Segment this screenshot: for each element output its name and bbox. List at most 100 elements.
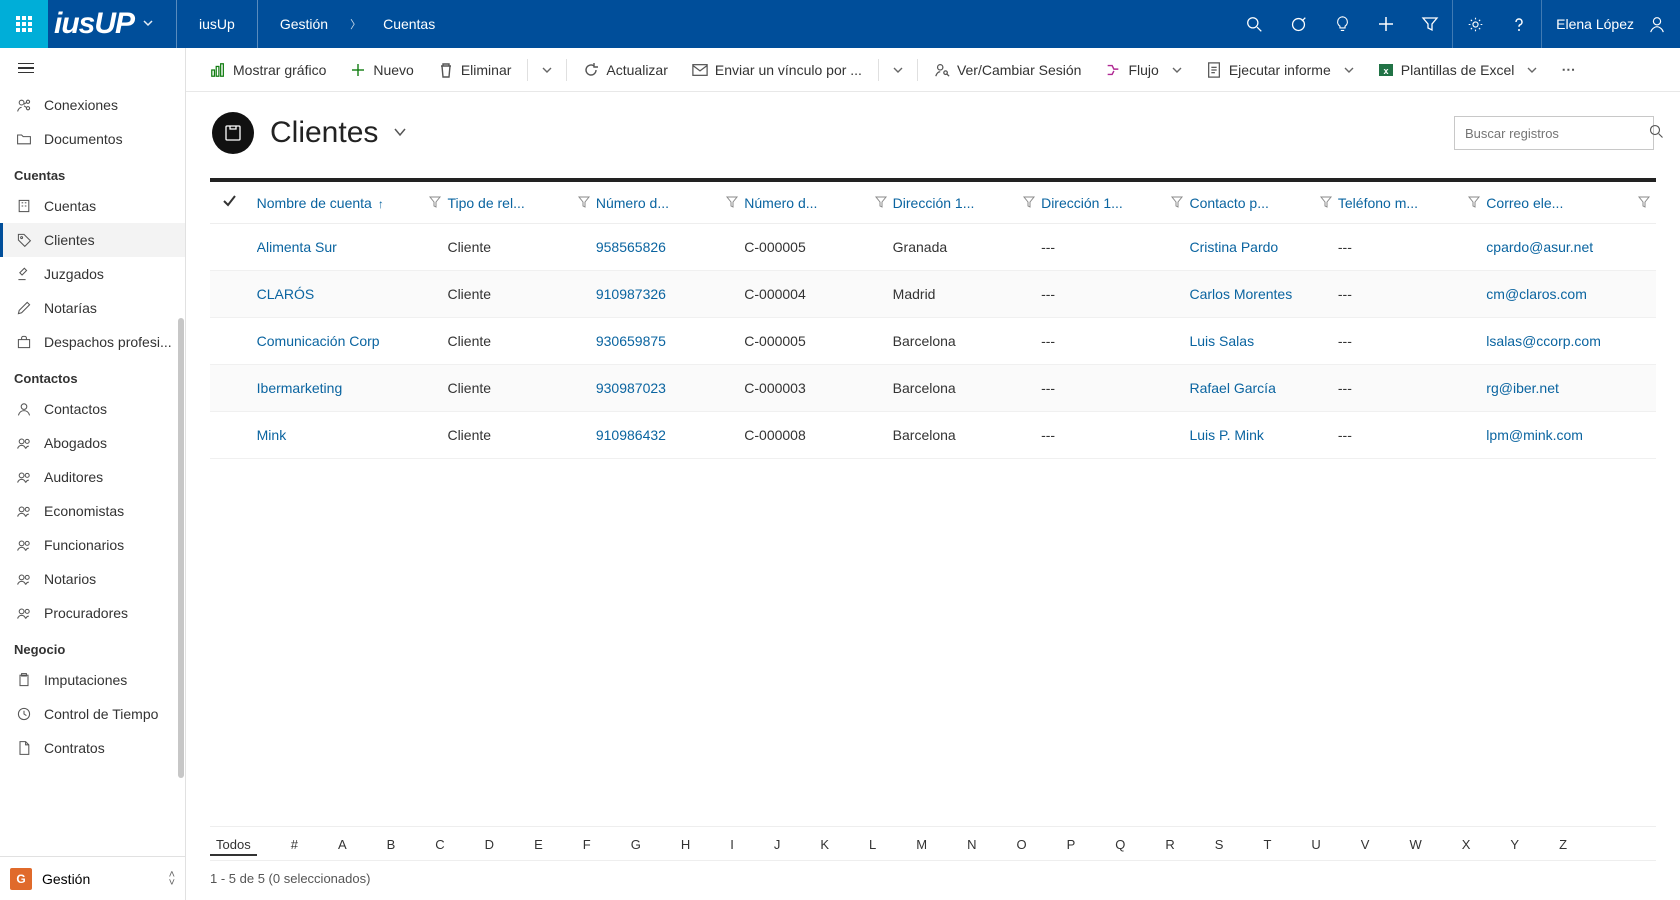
cmd-ver-cambiar-sesi-n[interactable]: Ver/Cambiar Sesión — [924, 56, 1092, 84]
alpha-letter[interactable]: P — [1061, 835, 1082, 856]
table-row[interactable]: CLARÓS Cliente 910987326 C-000004 Madrid… — [210, 271, 1656, 318]
search-input[interactable] — [1465, 126, 1641, 141]
filter-icon[interactable] — [578, 195, 590, 211]
table-row[interactable]: Comunicación Corp Cliente 930659875 C-00… — [210, 318, 1656, 365]
account-name-link[interactable]: CLARÓS — [257, 286, 315, 302]
alpha-letter[interactable]: O — [1010, 835, 1032, 856]
table-row[interactable]: Alimenta Sur Cliente 958565826 C-000005 … — [210, 224, 1656, 271]
row-selector[interactable] — [210, 224, 257, 271]
search-records[interactable] — [1454, 116, 1654, 150]
sidebar-item-documentos[interactable]: Documentos — [0, 122, 185, 156]
cmd-enviar-un-v-nculo-por-[interactable]: Enviar un vínculo por ... — [682, 56, 872, 84]
sidebar-item-cuentas[interactable]: Cuentas — [0, 189, 185, 223]
column-header[interactable]: Dirección 1... — [1041, 182, 1189, 224]
filter-icon[interactable] — [1023, 195, 1035, 211]
alpha-letter[interactable]: E — [528, 835, 549, 856]
filter-icon[interactable] — [726, 195, 738, 211]
logo[interactable]: iusUP — [48, 0, 164, 48]
alpha-letter[interactable]: # — [285, 835, 304, 856]
view-selector[interactable] — [392, 124, 408, 143]
cell-email[interactable]: cpardo@asur.net — [1486, 239, 1593, 255]
account-name-link[interactable]: Mink — [257, 427, 287, 443]
filter-icon[interactable] — [1171, 195, 1183, 211]
filter-icon[interactable] — [429, 195, 441, 211]
sidebar-item-clientes[interactable]: Clientes — [0, 223, 185, 257]
sidebar-item-funcionarios[interactable]: Funcionarios — [0, 528, 185, 562]
cell-num1[interactable]: 958565826 — [596, 239, 666, 255]
cmd-actualizar[interactable]: Actualizar — [573, 56, 677, 84]
cmd-eliminar[interactable]: Eliminar — [428, 56, 522, 84]
sidebar-item-contactos[interactable]: Contactos — [0, 392, 185, 426]
filter-icon[interactable] — [1320, 195, 1332, 211]
help-icon[interactable] — [1497, 0, 1541, 48]
account-name-link[interactable]: Alimenta Sur — [257, 239, 337, 255]
cmd-overflow[interactable]: ⋯ — [1551, 55, 1586, 84]
alpha-letter[interactable]: K — [814, 835, 835, 856]
alpha-letter[interactable]: T — [1257, 835, 1277, 856]
alpha-letter[interactable]: X — [1456, 835, 1477, 856]
row-selector[interactable] — [210, 271, 257, 318]
sidebar-item-procuradores[interactable]: Procuradores — [0, 596, 185, 630]
column-header[interactable]: Dirección 1... — [893, 182, 1041, 224]
alpha-letter[interactable]: F — [577, 835, 597, 856]
alpha-letter[interactable]: C — [429, 835, 450, 856]
column-header[interactable]: Tipo de rel... — [447, 182, 595, 224]
alpha-letter[interactable]: Z — [1553, 835, 1573, 856]
sidebar-item-notar-as[interactable]: Notarías — [0, 291, 185, 325]
app-launcher-button[interactable] — [0, 0, 48, 48]
cell-email[interactable]: lsalas@ccorp.com — [1486, 333, 1601, 349]
cmd-nuevo[interactable]: Nuevo — [340, 56, 423, 84]
alpha-letter[interactable]: Y — [1504, 835, 1525, 856]
alpha-letter[interactable]: G — [625, 835, 647, 856]
account-name-link[interactable]: Comunicación Corp — [257, 333, 380, 349]
sidebar-item-despachos-profesi-[interactable]: Despachos profesi... — [0, 325, 185, 359]
cmd-flujo[interactable]: Flujo — [1095, 56, 1191, 84]
account-name-link[interactable]: Ibermarketing — [257, 380, 343, 396]
search-icon[interactable] — [1232, 0, 1276, 48]
sidebar-item-economistas[interactable]: Economistas — [0, 494, 185, 528]
alpha-letter[interactable]: A — [332, 835, 353, 856]
alpha-letter[interactable]: H — [675, 835, 696, 856]
row-selector[interactable] — [210, 365, 257, 412]
column-header[interactable]: Contacto p... — [1189, 182, 1337, 224]
sidebar-item-imputaciones[interactable]: Imputaciones — [0, 663, 185, 697]
filter-icon[interactable] — [1468, 195, 1480, 211]
sidebar-item-notarios[interactable]: Notarios — [0, 562, 185, 596]
alpha-letter[interactable]: J — [768, 835, 787, 856]
scrollbar[interactable] — [177, 48, 185, 900]
cell-email[interactable]: lpm@mink.com — [1486, 427, 1583, 443]
alpha-all[interactable]: Todos — [210, 835, 257, 856]
alpha-letter[interactable]: D — [479, 835, 500, 856]
plus-icon[interactable] — [1364, 0, 1408, 48]
column-header[interactable]: Número d... — [596, 182, 744, 224]
cell-contact[interactable]: Luis P. Mink — [1189, 427, 1263, 443]
sidebar-item-auditores[interactable]: Auditores — [0, 460, 185, 494]
cell-num1[interactable]: 910987326 — [596, 286, 666, 302]
sidebar-toggle[interactable] — [0, 48, 185, 88]
table-row[interactable]: Mink Cliente 910986432 C-000008 Barcelon… — [210, 412, 1656, 459]
sidebar-item-abogados[interactable]: Abogados — [0, 426, 185, 460]
cell-contact[interactable]: Luis Salas — [1189, 333, 1254, 349]
cmd-ejecutar-informe[interactable]: Ejecutar informe — [1196, 56, 1364, 84]
alpha-letter[interactable]: V — [1355, 835, 1376, 856]
alpha-letter[interactable]: Q — [1109, 835, 1131, 856]
row-selector[interactable] — [210, 412, 257, 459]
alpha-letter[interactable]: B — [381, 835, 402, 856]
filter-icon[interactable] — [1408, 0, 1452, 48]
column-header[interactable]: Número d... — [744, 182, 892, 224]
select-all-column[interactable] — [210, 182, 257, 224]
sidebar-item-contratos[interactable]: Contratos — [0, 731, 185, 765]
cell-email[interactable]: cm@claros.com — [1486, 286, 1587, 302]
sidebar-item-control-de-tiempo[interactable]: Control de Tiempo — [0, 697, 185, 731]
cmd-split-chevron[interactable] — [885, 56, 911, 84]
cell-contact[interactable]: Carlos Morentes — [1189, 286, 1292, 302]
target-icon[interactable] — [1276, 0, 1320, 48]
cell-num1[interactable]: 930987023 — [596, 380, 666, 396]
row-selector[interactable] — [210, 318, 257, 365]
cell-email[interactable]: rg@iber.net — [1486, 380, 1559, 396]
filter-icon[interactable] — [1638, 195, 1650, 211]
alpha-letter[interactable]: R — [1159, 835, 1180, 856]
alpha-letter[interactable]: N — [961, 835, 982, 856]
cell-num1[interactable]: 930659875 — [596, 333, 666, 349]
alpha-letter[interactable]: S — [1209, 835, 1230, 856]
